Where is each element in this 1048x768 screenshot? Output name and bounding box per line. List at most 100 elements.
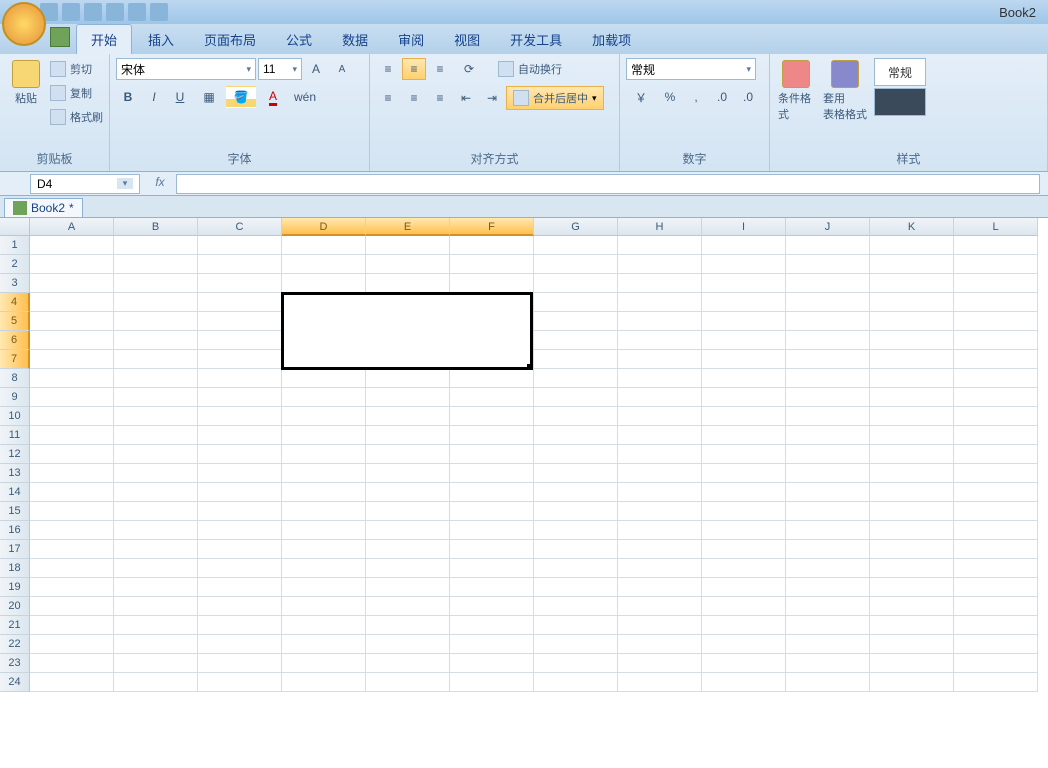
cell[interactable] [198,540,282,559]
cell[interactable] [954,445,1038,464]
increase-indent-button[interactable]: ⇥ [480,87,504,109]
cell[interactable] [366,616,450,635]
cell[interactable] [114,521,198,540]
cell[interactable] [30,255,114,274]
cell[interactable] [534,483,618,502]
cell[interactable] [786,559,870,578]
cell[interactable] [282,616,366,635]
cell[interactable] [198,255,282,274]
cell[interactable] [198,559,282,578]
cell[interactable] [114,407,198,426]
cell[interactable] [618,312,702,331]
cell[interactable] [702,464,786,483]
cell[interactable] [30,464,114,483]
cell[interactable] [786,597,870,616]
cell[interactable] [198,597,282,616]
decrease-indent-button[interactable]: ⇤ [454,87,478,109]
cell[interactable] [870,274,954,293]
cell[interactable] [870,464,954,483]
cell[interactable] [450,559,534,578]
cell[interactable] [282,312,366,331]
cell[interactable] [786,502,870,521]
office-button[interactable] [2,2,46,46]
cell[interactable] [870,540,954,559]
cell[interactable] [282,331,366,350]
cell[interactable] [618,673,702,692]
cell[interactable] [114,464,198,483]
cell[interactable] [30,654,114,673]
cell[interactable] [702,483,786,502]
align-middle-button[interactable]: ≡ [402,58,426,80]
cell[interactable] [366,407,450,426]
cell[interactable] [786,236,870,255]
cell[interactable] [114,274,198,293]
cell[interactable] [282,597,366,616]
cell[interactable] [870,293,954,312]
cell[interactable] [366,578,450,597]
shrink-font-button[interactable]: A [330,58,354,80]
cell[interactable] [954,502,1038,521]
cell[interactable] [954,521,1038,540]
cell[interactable] [114,331,198,350]
select-all-corner[interactable] [0,218,30,236]
cell[interactable] [366,236,450,255]
cell[interactable] [282,673,366,692]
cell[interactable] [114,540,198,559]
cell[interactable] [618,616,702,635]
cell[interactable] [450,388,534,407]
cell[interactable] [534,293,618,312]
cell[interactable] [786,464,870,483]
cell[interactable] [30,369,114,388]
cell[interactable] [198,407,282,426]
comma-button[interactable]: , [684,86,708,108]
cell[interactable] [954,388,1038,407]
cell[interactable] [114,673,198,692]
cell[interactable] [30,502,114,521]
cell[interactable] [702,255,786,274]
cell[interactable] [450,521,534,540]
cell[interactable] [534,350,618,369]
cell[interactable] [534,635,618,654]
row-header[interactable]: 22 [0,635,30,654]
cell[interactable] [450,331,534,350]
cell[interactable] [618,540,702,559]
cell[interactable] [198,673,282,692]
cell[interactable] [954,407,1038,426]
cell[interactable] [702,426,786,445]
cell[interactable] [282,540,366,559]
row-header[interactable]: 14 [0,483,30,502]
increase-decimal-button[interactable]: .0 [710,86,734,108]
cell[interactable] [702,673,786,692]
cell[interactable] [114,502,198,521]
cell[interactable] [282,521,366,540]
cell[interactable] [450,407,534,426]
cell[interactable] [198,293,282,312]
cell[interactable] [954,369,1038,388]
cell[interactable] [114,559,198,578]
cell[interactable] [786,426,870,445]
cell[interactable] [954,673,1038,692]
cell[interactable] [450,673,534,692]
cell[interactable] [786,616,870,635]
cell[interactable] [786,407,870,426]
cell[interactable] [618,350,702,369]
percent-button[interactable]: % [658,86,682,108]
align-top-button[interactable]: ≡ [376,58,400,80]
number-format-combo[interactable]: 常规 ▾ [626,58,756,80]
cell[interactable] [198,312,282,331]
cell[interactable] [450,616,534,635]
cell[interactable] [702,331,786,350]
cell[interactable] [534,540,618,559]
cell[interactable] [450,540,534,559]
cell[interactable] [870,635,954,654]
cell[interactable] [870,673,954,692]
cell[interactable] [870,616,954,635]
cell[interactable] [618,255,702,274]
cell[interactable] [618,597,702,616]
font-color-button[interactable]: A [258,86,288,108]
cell[interactable] [618,502,702,521]
column-header[interactable]: F [450,218,534,236]
cell[interactable] [870,426,954,445]
fx-button[interactable]: fx [150,175,170,193]
cell[interactable] [282,255,366,274]
